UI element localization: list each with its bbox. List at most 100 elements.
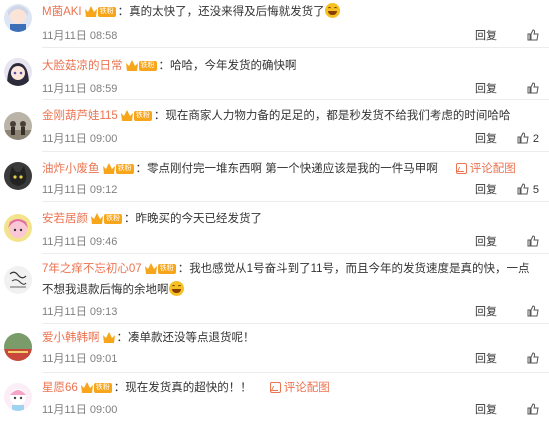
comment-text: 现在发货真的超快的！！ (125, 382, 252, 394)
reply-button[interactable]: 回复 (475, 402, 497, 418)
comment-body: 金刚葫芦娃115 铁粉 ：现在商家人力物力备的足足的，都是秒发货不给我们考虑的时间哈… (42, 110, 511, 122)
reply-button[interactable]: 回复 (475, 182, 497, 198)
fan-badge: 铁粉 (125, 60, 157, 72)
thumbs-up-icon (517, 183, 529, 195)
timestamp: 11月11日 08:59 (42, 83, 118, 95)
reply-button[interactable]: 回复 (475, 81, 497, 97)
like-button[interactable] (527, 402, 539, 418)
avatar[interactable] (4, 4, 32, 32)
avatar[interactable] (4, 162, 32, 190)
like-button[interactable]: 2 (517, 131, 539, 147)
comment-meta: 11月11日 09:13 回复 (42, 304, 549, 320)
username-link[interactable]: 7年之痒不忘初心07 (42, 263, 142, 275)
like-button[interactable] (527, 304, 539, 320)
badge-label: 铁粉 (115, 163, 134, 174)
timestamp: 11月11日 09:12 (42, 184, 118, 196)
fan-badge: 铁粉 (102, 163, 134, 175)
fan-badge (102, 332, 115, 344)
comment-list: M菌AKI 铁粉 ：真的太快了，还没来得及后悔就发货了 11月11日 08:58 回… (0, 0, 549, 424)
review-images-link[interactable]: 评论配图 (455, 163, 516, 175)
thumbs-up-icon (527, 82, 539, 94)
comment-text: 凑单款还没等点退货呢！ (128, 332, 255, 344)
username-link[interactable]: 金刚葫芦娃115 (42, 110, 118, 122)
username-link[interactable]: 安若居颜 (42, 213, 88, 225)
comment-text: 真的太快了，还没来得及后悔就发货了 (129, 6, 325, 18)
avatar[interactable] (4, 58, 32, 86)
comment-meta: 11月11日 08:59 回复 (42, 81, 549, 97)
thumbs-up-icon (517, 132, 529, 144)
avatar[interactable] (4, 333, 32, 361)
comment-item: 油炸小废鱼 铁粉 ：零点刚付完一堆东西啊 第一个快递应该是我的一件马甲啊 评论配图 1… (0, 152, 549, 202)
comment-body: 7年之痒不忘初心07 铁粉 ：我也感觉从1号奋斗到了11号，而且今年的发货速度是真的… (42, 263, 530, 296)
comment-item: 大脸菇凉的日常 铁粉 ：哈哈，今年发货的确快啊 11月11日 08:59 回复 (0, 48, 549, 100)
comment-body: M菌AKI 铁粉 ：真的太快了，还没来得及后悔就发货了 (42, 2, 549, 23)
reply-button[interactable]: 回复 (475, 131, 497, 147)
comment-body: 星愿66 铁粉 ：现在发货真的超快的！！ 评论配图 (42, 382, 330, 394)
comment-text: 哈哈，今年发货的确快啊 (170, 60, 297, 72)
username-link[interactable]: M菌AKI (42, 6, 82, 18)
comment-meta: 11月11日 09:00 回复 (42, 402, 549, 418)
timestamp: 11月11日 09:00 (42, 133, 118, 145)
like-button[interactable] (527, 81, 539, 97)
reply-button[interactable]: 回复 (475, 304, 497, 320)
thumbs-up-icon (527, 305, 539, 317)
like-button[interactable] (527, 351, 539, 367)
comment-item: M菌AKI 铁粉 ：真的太快了，还没来得及后悔就发货了 11月11日 08:58 回… (0, 0, 549, 48)
review-images-label: 评论配图 (469, 163, 516, 175)
comment-item: 7年之痒不忘初心07 铁粉 ：我也感觉从1号奋斗到了11号，而且今年的发货速度是真的… (0, 254, 549, 324)
comment-body: 安若居颜 铁粉 ：昨晚买的今天已经发货了 (42, 213, 263, 225)
username-link[interactable]: 油炸小废鱼 (42, 163, 100, 175)
comment-meta: 11月11日 09:01 回复 (42, 351, 549, 367)
comment-meta: 11月11日 09:12 回复 5 (42, 182, 549, 198)
comment-item: 安若居颜 铁粉 ：昨晚买的今天已经发货了 11月11日 09:46 回复 (0, 202, 549, 254)
crown-icon (102, 163, 115, 175)
avatar[interactable] (4, 112, 32, 140)
comment-item: 爱小韩韩啊 ：凑单款还没等点退货呢！ 11月11日 09:01 回复 (0, 324, 549, 373)
crown-icon (120, 110, 133, 122)
badge-label: 铁粉 (133, 110, 152, 121)
like-count: 2 (532, 133, 539, 145)
username-link[interactable]: 星愿66 (42, 382, 78, 394)
crown-icon (144, 263, 157, 275)
comment-body: 爱小韩韩啊 ：凑单款还没等点退货呢！ (42, 332, 255, 344)
crown-icon (102, 332, 115, 344)
like-button[interactable] (527, 28, 539, 44)
reply-button[interactable]: 回复 (475, 234, 497, 250)
badge-label: 铁粉 (157, 263, 176, 274)
timestamp: 11月11日 09:46 (42, 236, 118, 248)
picture-icon (269, 382, 281, 393)
comment-item: 金刚葫芦娃115 铁粉 ：现在商家人力物力备的足足的，都是秒发货不给我们考虑的时间哈… (0, 100, 549, 152)
comment-meta: 11月11日 09:46 回复 (42, 234, 549, 250)
comment-text: 零点刚付完一堆东西啊 第一个快递应该是我的一件马甲啊 (147, 163, 438, 175)
username-link[interactable]: 大脸菇凉的日常 (42, 60, 123, 72)
like-button[interactable] (527, 234, 539, 250)
crown-icon (80, 382, 93, 394)
avatar[interactable] (4, 214, 32, 242)
comment-item: 星愿66 铁粉 ：现在发货真的超快的！！ 评论配图 11月11日 09:00 回复 (0, 373, 549, 424)
reply-button[interactable]: 回复 (475, 351, 497, 367)
badge-label: 铁粉 (104, 213, 122, 224)
review-images-link[interactable]: 评论配图 (269, 382, 330, 394)
avatar[interactable] (4, 383, 32, 411)
timestamp: 11月11日 09:01 (42, 353, 118, 365)
crown-icon (91, 213, 103, 225)
username-link[interactable]: 爱小韩韩啊 (42, 332, 100, 344)
like-button[interactable]: 5 (517, 182, 539, 198)
comment-text: 昨晚买的今天已经发货了 (135, 213, 263, 225)
comment-meta: 11月11日 08:58 回复 (42, 28, 549, 44)
thumbs-up-icon (527, 29, 539, 41)
crown-icon (84, 6, 97, 18)
comment-meta: 11月11日 09:00 回复 2 (42, 131, 549, 147)
reply-button[interactable]: 回复 (475, 28, 497, 44)
timestamp: 11月11日 09:00 (42, 404, 118, 416)
picture-icon (455, 163, 467, 174)
badge-label: 铁粉 (97, 6, 116, 17)
laughing-emoji-icon (324, 3, 340, 18)
avatar[interactable] (4, 266, 32, 294)
comment-body: 大脸菇凉的日常 铁粉 ：哈哈，今年发货的确快啊 (42, 60, 297, 72)
fan-badge: 铁粉 (80, 382, 112, 394)
badge-label: 铁粉 (93, 382, 112, 393)
comment-body: 油炸小废鱼 铁粉 ：零点刚付完一堆东西啊 第一个快递应该是我的一件马甲啊 评论配图 (42, 163, 516, 175)
like-count: 5 (532, 184, 539, 196)
fan-badge: 铁粉 (91, 213, 122, 225)
